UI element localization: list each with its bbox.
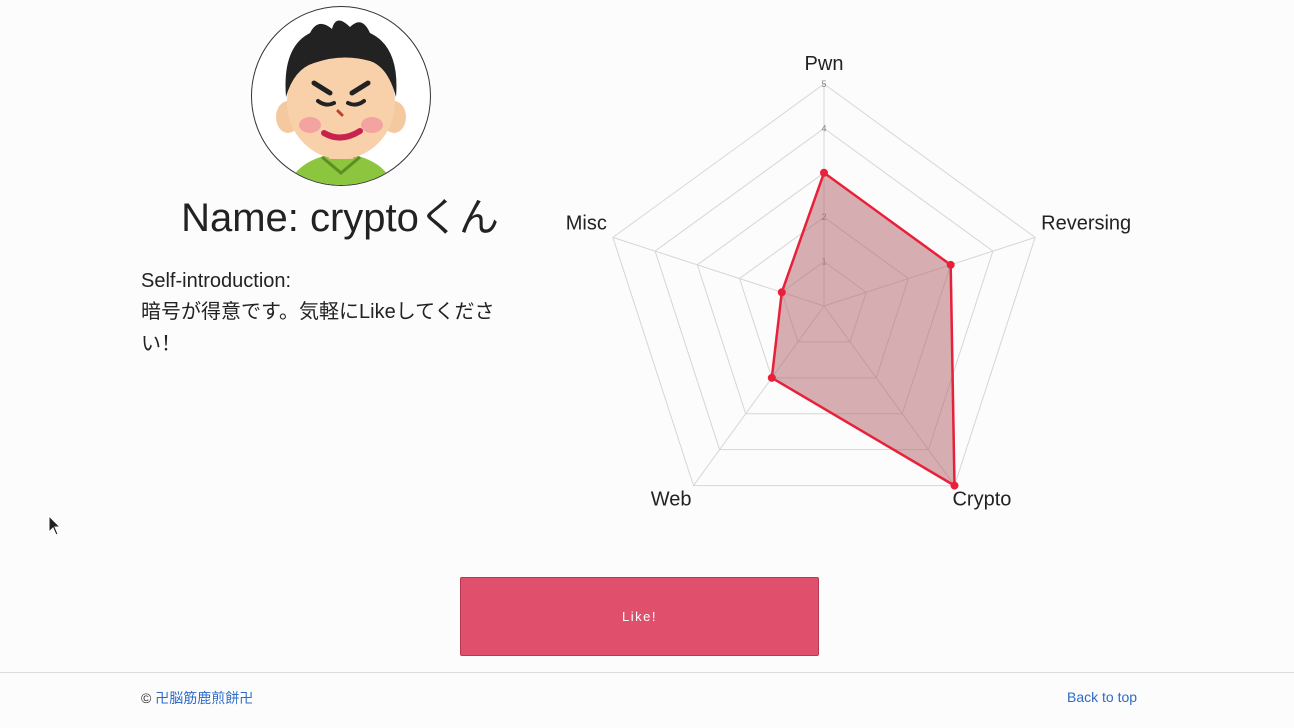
mouse-cursor-icon	[48, 515, 62, 536]
data-point	[777, 288, 786, 297]
avatar-illustration	[276, 20, 406, 185]
tick-label: 4	[821, 123, 826, 133]
axis-label: Misc	[566, 212, 607, 234]
skill-radar-chart: 12345PwnReversingCryptoWebMisc	[566, 53, 1131, 511]
self-introduction-label: Self-introduction:	[141, 270, 292, 292]
back-to-top-link[interactable]: Back to top	[1067, 689, 1137, 705]
self-introduction-text: 暗号が得意です。気軽にLikeしてください！	[141, 301, 495, 355]
axis-label: Web	[651, 489, 692, 511]
axis-label: Reversing	[1041, 212, 1131, 234]
data-area	[770, 170, 956, 488]
page: Name: cryptoくん Self-introduction: 暗号が得意で…	[0, 0, 1294, 728]
avatar	[251, 6, 431, 186]
tick-label: 5	[821, 79, 826, 89]
data-point	[767, 373, 776, 382]
copyright-symbol: ©	[141, 690, 152, 706]
like-button[interactable]: Like!	[460, 577, 819, 656]
profile-name: Name: cryptoくん	[181, 196, 499, 240]
axis-label: Pwn	[805, 53, 844, 75]
data-point	[946, 260, 955, 269]
footer-divider	[0, 672, 1294, 673]
data-point	[820, 168, 828, 177]
footer-copyright: © 卍脳筋鹿煎餅卍	[141, 688, 253, 708]
author-link[interactable]: 卍脳筋鹿煎餅卍	[155, 690, 253, 706]
axis-label: Crypto	[952, 489, 1011, 511]
